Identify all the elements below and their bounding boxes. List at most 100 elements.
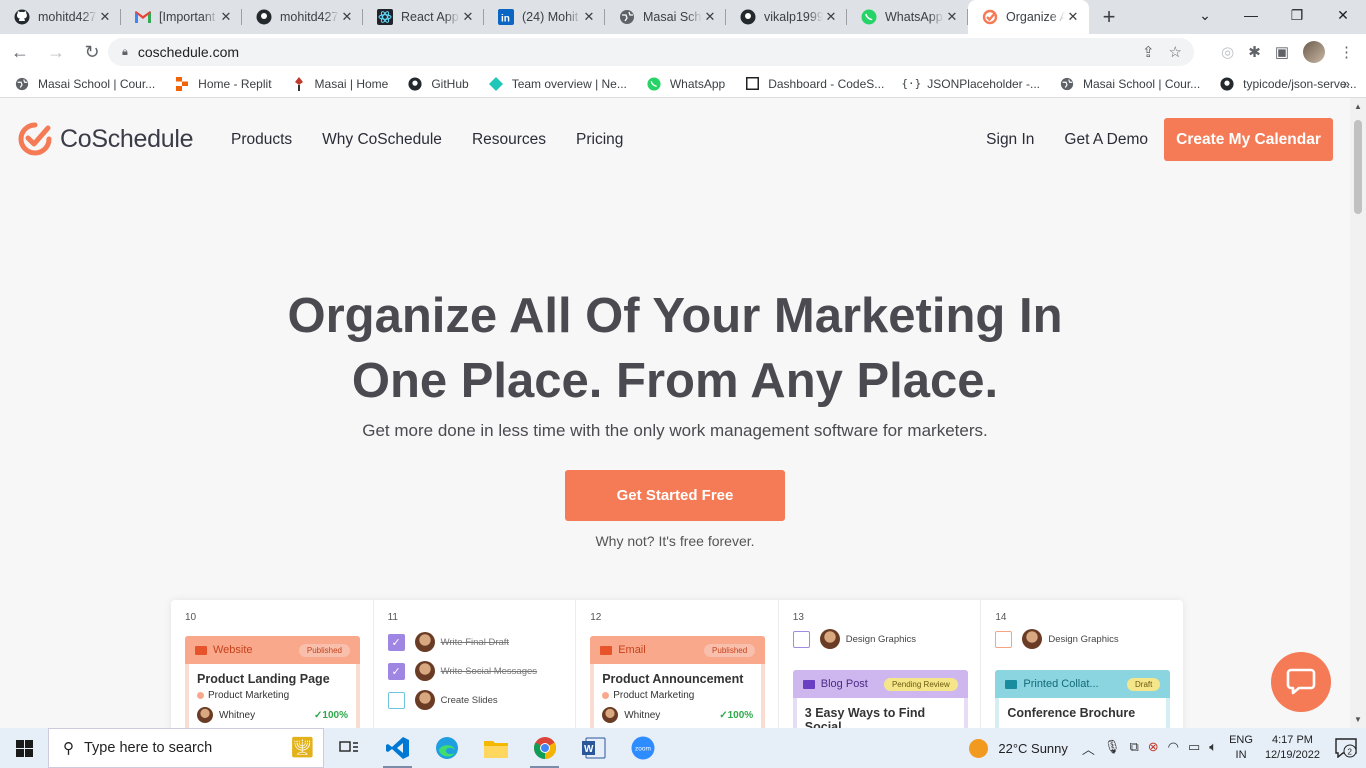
wifi-icon[interactable]: ◠ bbox=[1168, 739, 1179, 758]
chat-bubble-icon bbox=[1286, 668, 1316, 695]
hero-title-line-2: One Place. From Any Place. bbox=[351, 354, 999, 408]
camera-icon[interactable]: ⧉ bbox=[1129, 739, 1138, 758]
sign-in-link[interactable]: Sign In bbox=[986, 131, 1034, 149]
bookmark-masai-home[interactable]: Masai | Home bbox=[291, 76, 388, 92]
tab-react-app[interactable]: React App ✕ bbox=[363, 0, 484, 34]
tab-title: React App bbox=[401, 10, 459, 24]
bookmark-masai-school[interactable]: Masai School | Cour... bbox=[14, 76, 155, 92]
rss-icon bbox=[802, 679, 815, 689]
close-icon[interactable]: ✕ bbox=[218, 9, 234, 25]
calendar-day-13: 13 Design Graphics Blog Post Pending Revi… bbox=[779, 600, 982, 728]
chevron-up-icon[interactable]: ︿ bbox=[1082, 739, 1095, 758]
battery-icon[interactable]: ▭ bbox=[1188, 739, 1200, 758]
tab-github-2[interactable]: mohitd427 ✕ bbox=[242, 0, 363, 34]
close-icon[interactable]: ✕ bbox=[944, 9, 960, 25]
share-icon[interactable]: ⇪ bbox=[1142, 43, 1155, 61]
bookmark-github[interactable]: GitHub bbox=[407, 76, 469, 92]
calendar-day-14: 14 Design Graphics Printed Collat... Draf… bbox=[981, 600, 1183, 728]
weather-widget[interactable]: 22°C Sunny bbox=[969, 738, 1068, 758]
address-bar[interactable]: 🔒︎ coschedule.com ⇪ ☆ bbox=[108, 38, 1194, 66]
notification-icon[interactable]: 2 bbox=[1334, 736, 1358, 760]
bookmark-json-server[interactable]: typicode/json-serve... bbox=[1219, 76, 1357, 92]
card-type: Printed Collat... bbox=[1023, 678, 1099, 690]
tab-github-3[interactable]: vikalp1999 ✕ bbox=[726, 0, 847, 34]
maximize-button[interactable]: ❐ bbox=[1274, 0, 1320, 30]
close-icon[interactable]: ✕ bbox=[1065, 9, 1081, 25]
close-window-button[interactable]: ✕ bbox=[1320, 0, 1366, 30]
minimize-button[interactable]: — bbox=[1228, 0, 1274, 30]
close-icon[interactable]: ✕ bbox=[97, 9, 113, 25]
edge-icon[interactable] bbox=[422, 728, 471, 768]
close-icon[interactable]: ✕ bbox=[581, 9, 597, 25]
nav-resources[interactable]: Resources bbox=[472, 131, 546, 149]
bookmark-replit[interactable]: Home - Replit bbox=[174, 76, 272, 92]
forward-arrow-icon[interactable]: → bbox=[40, 36, 72, 68]
bookmark-star-icon[interactable]: ☆ bbox=[1169, 43, 1182, 61]
url-text: coschedule.com bbox=[137, 44, 240, 60]
windows-start-icon[interactable] bbox=[0, 728, 48, 768]
bookmark-masai-school-2[interactable]: Masai School | Cour... bbox=[1059, 76, 1200, 92]
taskbar-search[interactable]: ⚲ Type here to search 🕎︎ bbox=[48, 728, 324, 768]
calendar-card-email: Email Published Product Announcement Prod… bbox=[590, 636, 766, 728]
close-icon[interactable]: ✕ bbox=[339, 9, 355, 25]
tab-search-icon[interactable]: ⌄ bbox=[1182, 0, 1228, 30]
language-indicator[interactable]: ENG IN bbox=[1229, 733, 1253, 763]
bookmark-jsonplaceholder[interactable]: {·} JSONPlaceholder -... bbox=[901, 76, 1040, 92]
task-item: Create Slides bbox=[387, 690, 562, 710]
task-label: Create Slides bbox=[440, 694, 498, 706]
bookmark-label: Home - Replit bbox=[198, 76, 272, 91]
get-started-button[interactable]: Get Started Free bbox=[565, 470, 785, 521]
nav-products[interactable]: Products bbox=[231, 131, 292, 149]
avatar[interactable] bbox=[1303, 41, 1325, 63]
scroll-thumb[interactable] bbox=[1354, 120, 1362, 214]
bookmark-netlify[interactable]: Team overview | Ne... bbox=[488, 76, 627, 92]
puzzle-icon[interactable]: ✱ bbox=[1248, 43, 1261, 61]
extension-icon[interactable]: ◎ bbox=[1221, 43, 1234, 61]
assignee-avatar bbox=[414, 690, 435, 710]
status-badge: Pending Review bbox=[883, 677, 958, 691]
bookmark-codesignal[interactable]: Dashboard - CodeS... bbox=[744, 76, 884, 92]
back-arrow-icon[interactable]: ← bbox=[4, 36, 36, 68]
calendar-card-website: Website Published Product Landing Page Pr… bbox=[185, 636, 360, 728]
nav-pricing[interactable]: Pricing bbox=[576, 131, 623, 149]
vscode-icon[interactable] bbox=[373, 728, 422, 768]
create-calendar-button[interactable]: Create My Calendar bbox=[1164, 118, 1333, 161]
scroll-down-icon[interactable]: ▼ bbox=[1354, 715, 1362, 724]
coschedule-logo[interactable]: CoSchedule bbox=[18, 122, 194, 156]
reload-icon[interactable]: ↻ bbox=[76, 36, 108, 68]
tab-gmail[interactable]: [Important ✕ bbox=[121, 0, 242, 34]
tab-whatsapp[interactable]: WhatsApp ✕ bbox=[847, 0, 968, 34]
clock[interactable]: 4:17 PM 12/19/2022 bbox=[1265, 733, 1320, 763]
tab-title: mohitd427 bbox=[280, 10, 339, 24]
side-panel-icon[interactable]: ▣ bbox=[1275, 43, 1289, 61]
menu-kebab-icon[interactable]: ⋮ bbox=[1339, 43, 1354, 61]
bookmark-whatsapp[interactable]: WhatsApp bbox=[646, 76, 725, 92]
close-icon[interactable]: ✕ bbox=[823, 9, 839, 25]
task-view-icon[interactable] bbox=[324, 728, 373, 768]
tab-linkedin[interactable]: in (24) Mohit ✕ bbox=[484, 0, 605, 34]
chevron-right-icon[interactable]: » bbox=[1343, 76, 1350, 91]
zoom-icon[interactable]: zoom bbox=[618, 728, 667, 768]
laptop-icon bbox=[195, 645, 207, 655]
scroll-up-icon[interactable]: ▲ bbox=[1354, 102, 1362, 111]
antivirus-icon[interactable]: ⊗ bbox=[1148, 739, 1159, 758]
tab-masai[interactable]: Masai Scho ✕ bbox=[605, 0, 726, 34]
tab-github-1[interactable]: mohitd427 ✕ bbox=[0, 0, 121, 34]
get-demo-link[interactable]: Get A Demo bbox=[1064, 131, 1148, 149]
tab-title: mohitd427 bbox=[38, 10, 97, 24]
page-scrollbar[interactable]: ▲ ▼ bbox=[1350, 98, 1366, 728]
close-icon[interactable]: ✕ bbox=[702, 9, 718, 25]
new-tab-button[interactable]: + bbox=[1089, 0, 1129, 34]
nav-why-coschedule[interactable]: Why CoSchedule bbox=[322, 131, 442, 149]
card-owner: Whitney bbox=[624, 709, 661, 721]
chrome-icon[interactable] bbox=[520, 728, 569, 768]
microphone-icon[interactable]: 🎙︎ bbox=[1104, 739, 1121, 758]
bookmark-label: JSONPlaceholder -... bbox=[927, 76, 1040, 91]
speaker-icon[interactable]: 🔈︎ bbox=[1209, 739, 1217, 758]
tab-coschedule[interactable]: Organize A ✕ bbox=[968, 0, 1089, 34]
word-icon[interactable]: W bbox=[569, 728, 618, 768]
sun-icon bbox=[969, 738, 989, 758]
file-explorer-icon[interactable] bbox=[471, 728, 520, 768]
close-icon[interactable]: ✕ bbox=[460, 9, 476, 25]
chat-button[interactable] bbox=[1271, 652, 1331, 712]
